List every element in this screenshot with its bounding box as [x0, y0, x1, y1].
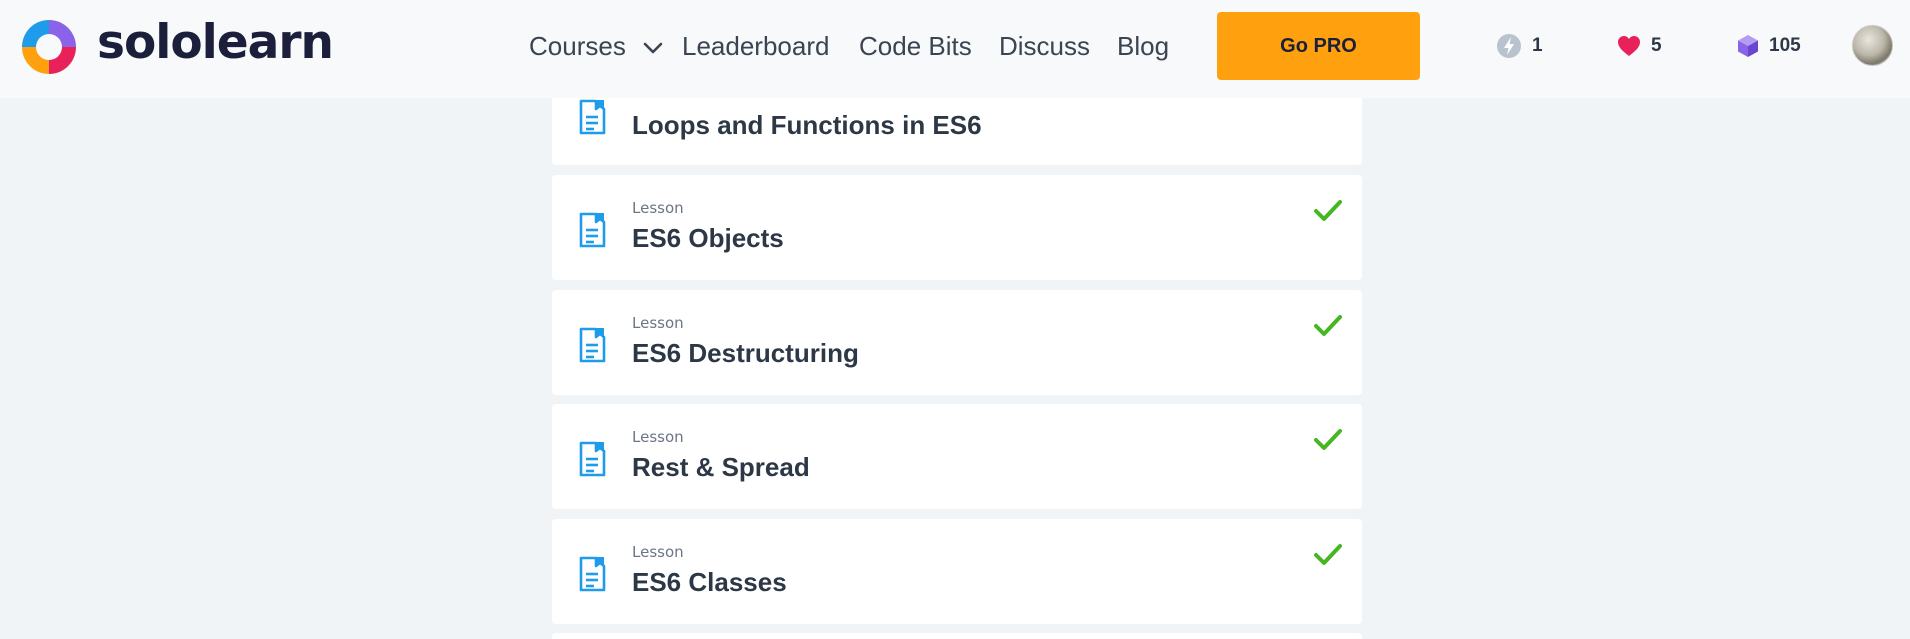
lesson-document-icon	[579, 441, 606, 477]
top-navbar: sololearn Courses Leaderboard Code Bits …	[0, 0, 1910, 98]
checkmark-icon	[1314, 315, 1342, 336]
user-avatar[interactable]	[1852, 25, 1893, 66]
nav-discuss[interactable]: Discuss	[999, 28, 1090, 64]
lesson-title: Loops and Functions in ES6	[632, 110, 982, 140]
checkmark-icon	[1314, 200, 1342, 221]
lesson-title: Rest & Spread	[632, 452, 810, 482]
nav-courses-label: Courses	[529, 31, 626, 61]
lesson-document-icon	[579, 327, 606, 363]
nav-code-bits[interactable]: Code Bits	[859, 28, 972, 64]
lesson-document-icon	[579, 556, 606, 592]
lesson-document-icon	[579, 99, 606, 135]
lightning-icon	[1497, 34, 1521, 58]
lesson-document-icon	[579, 212, 606, 248]
checkmark-icon	[1314, 544, 1342, 565]
streak-value: 1	[1532, 35, 1543, 56]
lesson-title: ES6 Destructuring	[632, 338, 859, 368]
chevron-down-icon	[643, 42, 663, 54]
lesson-card[interactable]: Lesson ES6 Classes	[552, 519, 1362, 624]
lesson-type-label: Lesson	[632, 199, 684, 217]
go-pro-button[interactable]: Go PRO	[1217, 12, 1420, 80]
lesson-title: ES6 Objects	[632, 223, 784, 253]
lesson-type-label: Lesson	[632, 543, 684, 561]
lesson-type-label: Lesson	[632, 428, 684, 446]
lesson-title: ES6 Classes	[632, 567, 787, 597]
heart-icon	[1618, 36, 1640, 56]
brand-wordmark[interactable]: sololearn	[97, 12, 334, 74]
hearts-value: 5	[1651, 35, 1662, 56]
streak-counter[interactable]: 1	[1496, 33, 1543, 59]
sololearn-logo-icon[interactable]	[18, 16, 80, 78]
lesson-card-partial[interactable]	[552, 633, 1362, 639]
lesson-card[interactable]: Lesson ES6 Objects	[552, 175, 1362, 280]
bits-value: 105	[1769, 35, 1801, 56]
nav-leaderboard[interactable]: Leaderboard	[682, 28, 829, 64]
hearts-counter[interactable]: 5	[1617, 33, 1662, 59]
lesson-card[interactable]: Lesson ES6 Destructuring	[552, 290, 1362, 395]
nav-blog[interactable]: Blog	[1117, 28, 1169, 64]
lesson-card[interactable]: Lesson Rest & Spread	[552, 404, 1362, 509]
bits-counter[interactable]: 105	[1737, 33, 1801, 59]
lesson-type-label: Lesson	[632, 314, 684, 332]
cube-icon	[1738, 35, 1758, 57]
nav-courses[interactable]: Courses	[529, 28, 663, 64]
checkmark-icon	[1314, 429, 1342, 450]
